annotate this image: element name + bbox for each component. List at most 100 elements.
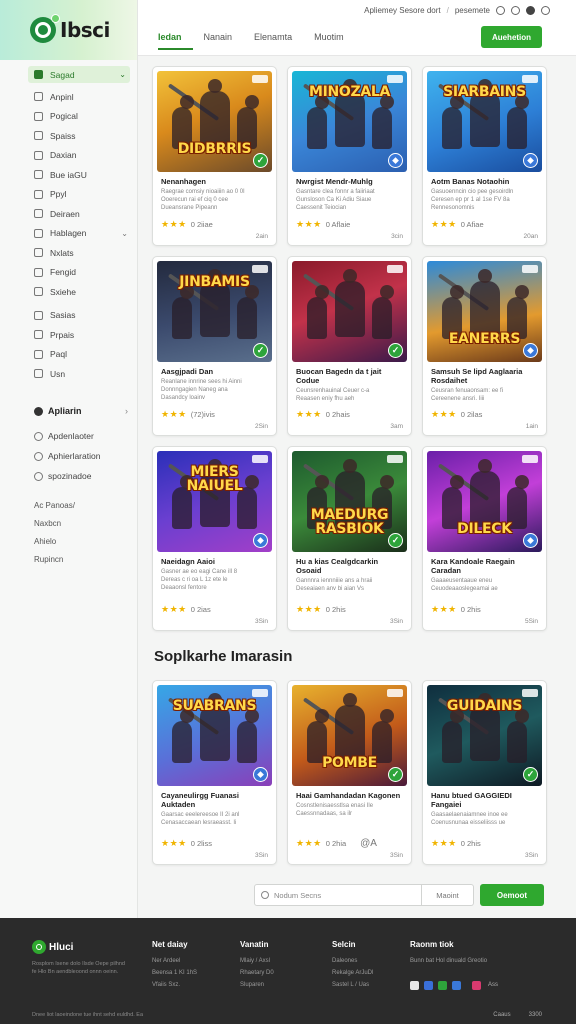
game-card[interactable]: SIARBAINS ⬥ Aotm Banas Notaohin Gasuoenncin…: [422, 66, 547, 246]
game-thumbnail[interactable]: DIDBRRIS ✓: [157, 71, 272, 172]
footer-link[interactable]: Bunn bat Hol dinuald Greotio: [410, 955, 498, 967]
footer-link[interactable]: Rekalge ArJuDl: [332, 967, 373, 979]
game-card[interactable]: MIERS NAIUEL ⬥ Naeidagn Aaioi Gasner ae eo …: [152, 446, 277, 631]
game-card[interactable]: DILECK ⬥ Kara Kandoale Raegain Caradan Gaaa…: [422, 446, 547, 631]
game-thumbnail[interactable]: JINBAMIS ✓: [157, 261, 272, 362]
game-card[interactable]: POMBE ✓ Haai Gamhandadan Kagonen Cosnstleni…: [287, 680, 412, 865]
tab[interactable]: Iedan: [158, 30, 193, 50]
game-thumbnail[interactable]: POMBE ✓: [292, 685, 407, 786]
sidebar-item-label: Deiraen: [50, 208, 80, 219]
sidebar-item[interactable]: Fengid: [0, 263, 138, 283]
app-icon: [34, 471, 43, 481]
game-thumbnail[interactable]: SUABRANS ⬥: [157, 685, 272, 786]
sidebar-item[interactable]: Daxian: [0, 146, 138, 166]
game-card[interactable]: ✓ Buocan Bagedn da t jait Codue Ceunsrenha…: [287, 256, 412, 436]
card-size: 20an: [523, 233, 538, 240]
game-thumbnail[interactable]: DILECK ⬥: [427, 451, 542, 552]
game-card[interactable]: EANERRS ⬥ Samsuh Se lipd Aaglaaria Rosdaih…: [422, 256, 547, 436]
game-card[interactable]: DIDBRRIS ✓ Nenanhagen Raegrae comsiy nioaii…: [152, 66, 277, 246]
game-thumbnail[interactable]: MIERS NAIUEL ⬥: [157, 451, 272, 552]
star-rating-icon: ★★★: [161, 219, 187, 229]
primary-action-button[interactable]: Auehetion: [481, 26, 542, 48]
game-thumbnail[interactable]: SIARBAINS ⬥: [427, 71, 542, 172]
card-size: 3Sin: [524, 852, 538, 859]
footer-link[interactable]: Ner Ardeel: [152, 955, 197, 967]
settings-icon[interactable]: [541, 6, 550, 15]
search-submit-button[interactable]: Oemoot: [480, 884, 544, 906]
game-card[interactable]: GUIDAINS ✓ Hanu btued GAGGIEDI Fangaiei Gaa…: [422, 680, 547, 865]
logo[interactable]: Ibsci: [0, 0, 137, 60]
card-description: Gaasaelaenaiamnee inoe ee: [431, 812, 508, 818]
sidebar-subitem[interactable]: Aphierlaration: [0, 446, 138, 466]
search-filter-button[interactable]: Maoint: [422, 884, 474, 906]
rating: ★★★ 0 2his: [431, 838, 481, 849]
nav-icon: [34, 310, 43, 320]
section-header[interactable]: Apliarin ›: [0, 402, 138, 420]
sidebar-item[interactable]: Sasias: [0, 306, 138, 326]
sidebar-item[interactable]: Spaiss: [0, 126, 138, 146]
tab[interactable]: Elenamta: [243, 30, 303, 50]
footer-link[interactable]: Sluparen: [240, 979, 274, 991]
card-description: Coenusnunaa eisseliisss ue: [431, 820, 506, 826]
game-card[interactable]: SUABRANS ⬥ Cayaneulirgg Fuanasi Auktaden Ga…: [152, 680, 277, 865]
sidebar-item[interactable]: Usn: [0, 364, 138, 384]
game-thumbnail[interactable]: GUIDAINS ✓: [427, 685, 542, 786]
facebook-icon[interactable]: [424, 980, 433, 990]
vine-icon[interactable]: [438, 980, 447, 990]
sidebar-item[interactable]: Sxiehe: [0, 282, 138, 302]
game-thumbnail[interactable]: EANERRS ⬥: [427, 261, 542, 362]
game-thumbnail[interactable]: ✓: [292, 261, 407, 362]
sidebar-item[interactable]: Anpinl: [0, 87, 138, 107]
sidebar-item[interactable]: Deiraen: [0, 204, 138, 224]
sidebar-subitem[interactable]: Apdenlaoter: [0, 426, 138, 446]
footer-link[interactable]: Sastel L / Uas: [332, 979, 373, 991]
sidebar-link[interactable]: Ac Panoas/: [0, 496, 138, 514]
thumbnail-title: GUIDAINS: [446, 698, 523, 714]
tab[interactable]: Muotim: [303, 30, 355, 50]
sidebar-item[interactable]: Pogical: [0, 107, 138, 127]
sidebar-item[interactable]: Paql: [0, 345, 138, 365]
footer-about: Rosplom Isene dolo Ilsde Oepe pilhnd fe …: [32, 961, 125, 975]
mail-icon[interactable]: [410, 980, 419, 990]
footer-link[interactable]: Daleones: [332, 955, 373, 967]
character-art: [371, 285, 394, 339]
footer-column-title: Selcin: [332, 940, 356, 949]
footer-logo[interactable]: Hluci: [32, 940, 73, 954]
game-thumbnail[interactable]: MINOZALA ⬥: [292, 71, 407, 172]
card-description: Dereas c ri oa L 1z ete le: [161, 577, 228, 583]
sidebar-subitem[interactable]: spozinadoe: [0, 466, 138, 486]
footer-link[interactable]: Mlaiy / Axsl: [240, 955, 274, 967]
rating: ★★★ 0 2iiae: [161, 219, 213, 230]
tumblr-icon[interactable]: [472, 980, 481, 990]
sidebar-link[interactable]: Naxbcn: [0, 514, 138, 532]
util-text[interactable]: Apliemey Sesore dort: [364, 6, 440, 15]
sidebar-link[interactable]: Rupincn: [0, 550, 138, 568]
footer-link[interactable]: Rhaetary D0: [240, 967, 274, 979]
card-size: 2ain: [255, 233, 268, 240]
footer-link[interactable]: Beensa 1 KI 1hS: [152, 967, 197, 979]
game-card[interactable]: JINBAMIS ✓ Aasgjpadi Dan Reanlane innrine s…: [152, 256, 277, 436]
sidebar-item[interactable]: Sagad ⌄: [28, 66, 130, 83]
sidebar-link[interactable]: Ahielo: [0, 532, 138, 550]
nav-icon: [34, 228, 43, 238]
tab[interactable]: Nanain: [193, 30, 244, 50]
sidebar-item-label: Ppyl: [50, 189, 67, 200]
diamond-badge-icon: ⬥: [253, 767, 268, 782]
sidebar-item[interactable]: Hablagen ⌄: [0, 224, 138, 244]
clock-icon[interactable]: [511, 6, 520, 15]
card-description: Gaarsac eeelereesoe II 2i anl: [161, 812, 240, 818]
util-link[interactable]: pesemete: [455, 6, 490, 15]
sidebar-item[interactable]: Nxlats: [0, 243, 138, 263]
search-input[interactable]: Nodum Secns: [254, 884, 422, 906]
game-card[interactable]: MAEDURG RASBIOK ✓ Hu a kias Cealgdcarkin O…: [287, 446, 412, 631]
sidebar-item[interactable]: Bue iaGU: [0, 165, 138, 185]
help-icon[interactable]: [496, 6, 505, 15]
footer-link[interactable]: Vfaiis Sxz.: [152, 979, 197, 991]
profile-icon[interactable]: [526, 6, 535, 15]
sidebar-item[interactable]: Prpais: [0, 325, 138, 345]
linkedin-icon[interactable]: [452, 980, 461, 990]
game-thumbnail[interactable]: MAEDURG RASBIOK ✓: [292, 451, 407, 552]
nav-icon: [34, 70, 43, 79]
sidebar-item[interactable]: Ppyl: [0, 185, 138, 205]
game-card[interactable]: MINOZALA ⬥ Nwrgist Mendr-Muhlg Gasntare cle…: [287, 66, 412, 246]
